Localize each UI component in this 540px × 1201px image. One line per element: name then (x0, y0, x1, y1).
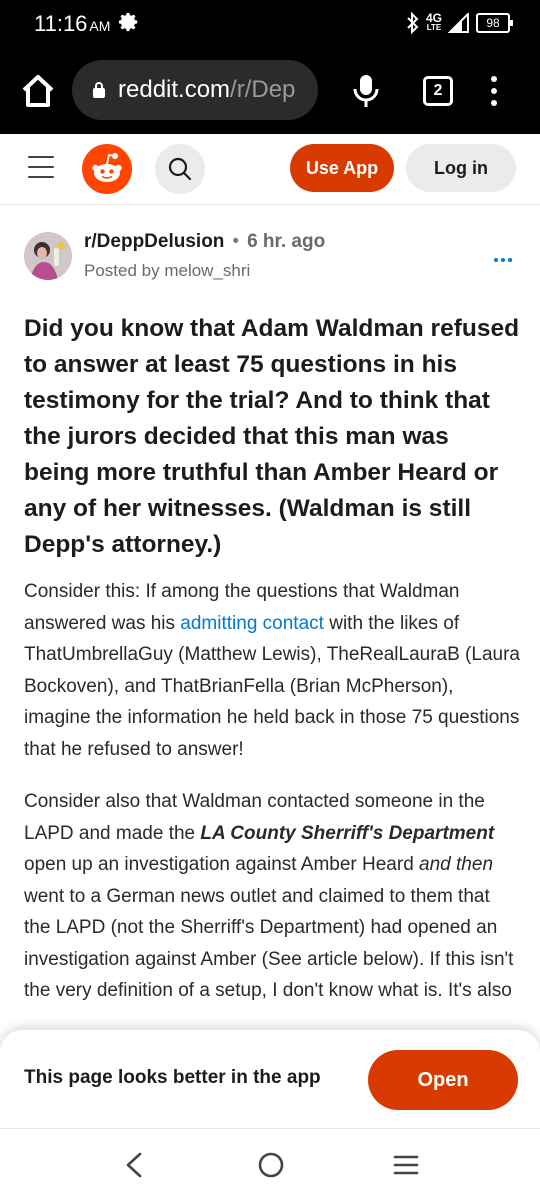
home-icon[interactable] (18, 71, 58, 111)
p1-text-b: with the likes of ThatUmbrellaGuy (Matth… (24, 612, 520, 760)
use-app-button[interactable]: Use App (290, 144, 394, 192)
overflow-menu-icon[interactable] (488, 76, 500, 106)
back-icon[interactable] (122, 1151, 146, 1179)
p2-emphasis-and-then: and then (419, 854, 494, 875)
status-ampm: AM (89, 18, 111, 34)
status-indicators: 4G LTE 98 (406, 12, 513, 34)
reddit-logo[interactable] (82, 144, 132, 194)
body-paragraph-2: Consider also that Waldman contacted som… (24, 786, 520, 1007)
status-time: 11:16 AM (34, 11, 110, 37)
subreddit-name[interactable]: r/DeppDelusion (84, 231, 224, 252)
status-clock: 11:16 (34, 11, 88, 36)
network-label: 4G LTE (426, 12, 442, 33)
p2-text-c: open up an investigation against Amber H… (24, 854, 420, 875)
signal-icon (448, 13, 469, 33)
network-sub: LTE (426, 23, 442, 32)
p2-emphasis-sheriff: LA County Sherriff's Department (200, 822, 495, 844)
post-meta: r/DeppDelusion • 6 hr. ago (84, 231, 325, 253)
open-app-button[interactable]: Open (368, 1050, 518, 1110)
body-paragraph-1: Consider this: If among the questions th… (24, 576, 520, 765)
search-button[interactable] (155, 144, 205, 194)
system-nav-bar (0, 1128, 540, 1201)
subreddit-avatar[interactable] (24, 232, 72, 280)
hamburger-icon[interactable] (28, 156, 54, 178)
login-button[interactable]: Log in (406, 144, 516, 192)
url-path: /r/Dep (230, 76, 296, 103)
lock-icon (93, 82, 105, 98)
open-in-app-banner: This page looks better in the app Open (0, 1030, 540, 1128)
more-options-icon[interactable] (494, 258, 512, 262)
post-time: 6 hr. ago (247, 231, 326, 252)
admitting-contact-link[interactable]: admitting contact (180, 613, 324, 634)
p2-text-e: went to a German news outlet and claimed… (24, 885, 514, 1002)
home-circle-icon[interactable] (257, 1151, 285, 1179)
search-icon (168, 157, 192, 181)
browser-toolbar: reddit.com/r/Dep 2 (0, 48, 540, 134)
battery-icon: 98 (476, 13, 513, 33)
post-body: Consider this: If among the questions th… (24, 576, 520, 1028)
tab-switcher-icon[interactable]: 2 (423, 76, 453, 106)
recents-icon[interactable] (393, 1153, 419, 1177)
url-host: reddit.com (118, 76, 231, 103)
banner-text: This page looks better in the app (24, 1067, 321, 1088)
gear-icon (118, 12, 138, 32)
post-title: Did you know that Adam Waldman refused t… (24, 315, 520, 558)
meta-separator: • (232, 231, 240, 252)
microphone-icon[interactable] (352, 73, 380, 109)
address-bar[interactable]: reddit.com/r/Dep (72, 60, 318, 120)
reddit-header: Use App Log in (0, 134, 540, 205)
status-bar: 11:16 AM 4G LTE 98 (0, 0, 540, 48)
avatar-image (24, 232, 72, 280)
posted-by[interactable]: Posted by melow_shri (84, 261, 250, 281)
bluetooth-icon (407, 12, 419, 34)
